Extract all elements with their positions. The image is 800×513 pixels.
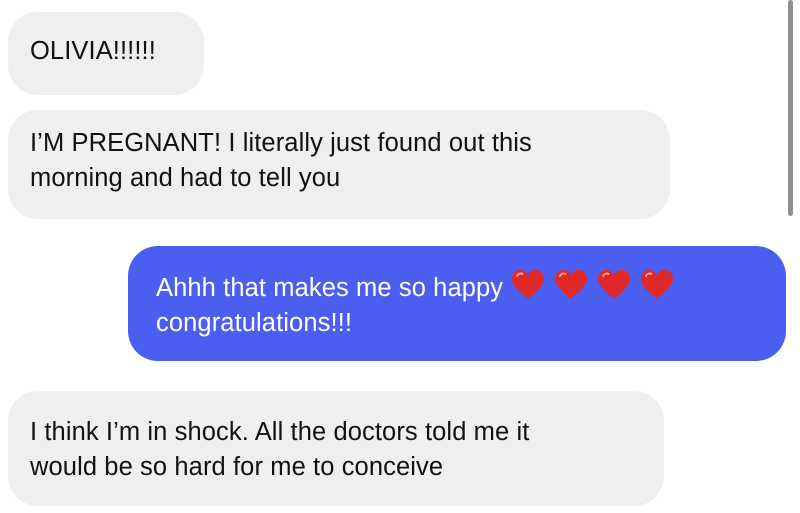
received-message-bubble[interactable]: OLIVIA!!!!!!: [8, 12, 204, 95]
message-line: Ahhh that makes me so happy: [156, 269, 786, 306]
message-text: OLIVIA!!!!!!: [30, 37, 156, 65]
sent-message-bubble[interactable]: Ahhh that makes me so happy congratulati…: [128, 246, 786, 361]
received-message-bubble[interactable]: I think I’m in shock. All the doctors to…: [8, 391, 664, 506]
message-text: I think I’m in shock. All the doctors to…: [30, 418, 530, 446]
message-text: morning and had to tell you: [30, 164, 341, 192]
red-heart-icon: [554, 269, 588, 300]
red-heart-icon: [597, 269, 631, 300]
message-text: I’M PREGNANT! I literally just found out…: [30, 129, 532, 157]
red-heart-icon: [640, 269, 674, 300]
scrollbar[interactable]: [788, 0, 793, 216]
heart-emoji-group: [511, 269, 683, 300]
red-heart-icon: [511, 269, 545, 300]
message-text: Ahhh that makes me so happy: [156, 274, 504, 302]
received-message-bubble[interactable]: I’M PREGNANT! I literally just found out…: [8, 110, 670, 219]
message-text: congratulations!!!: [156, 309, 353, 337]
message-text: would be so hard for me to conceive: [30, 453, 444, 481]
message-thread[interactable]: OLIVIA!!!!!! I’M PREGNANT! I literally j…: [0, 0, 800, 513]
